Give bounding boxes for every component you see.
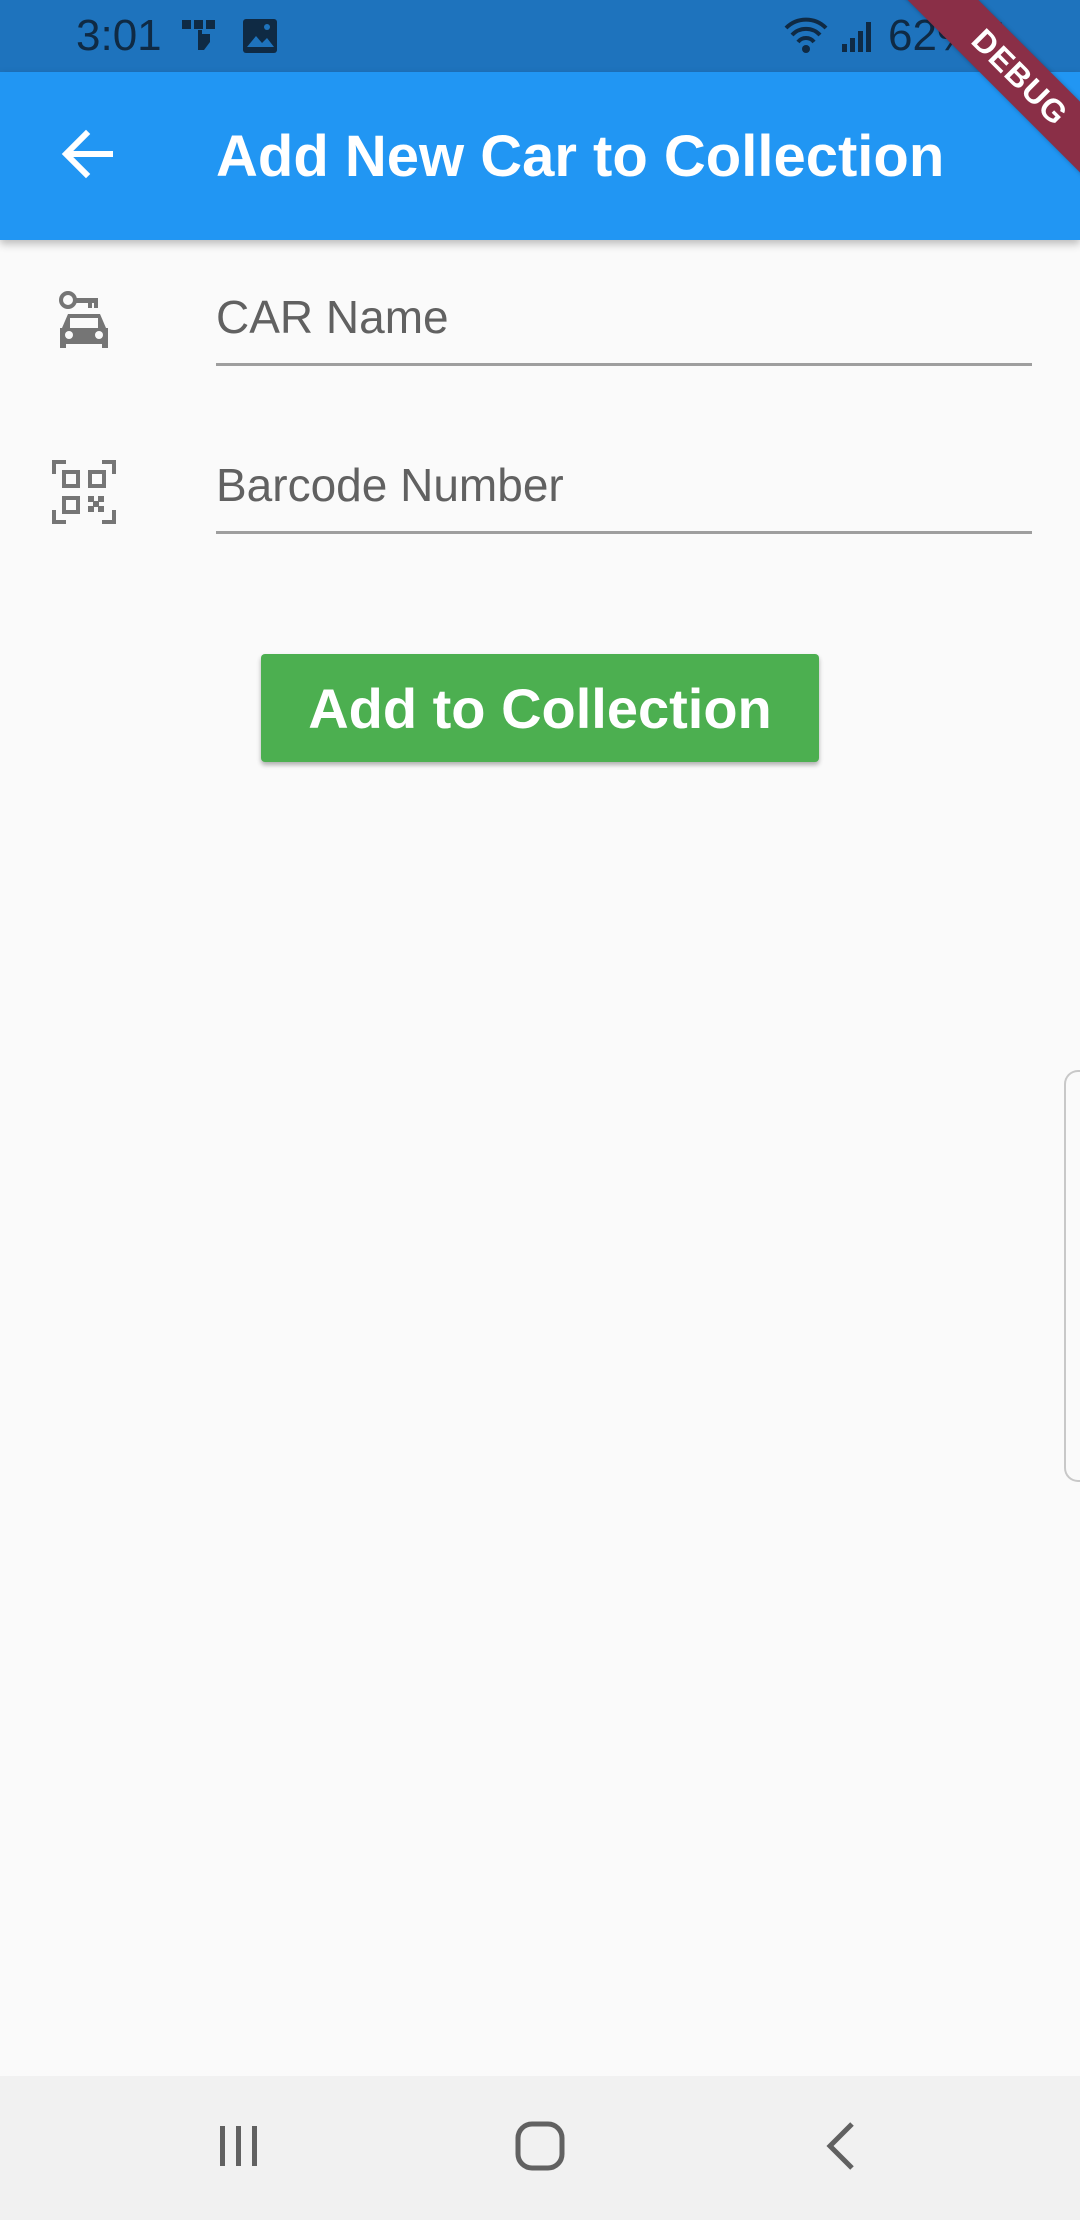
page-title: Add New Car to Collection [216, 124, 945, 189]
wifi-icon [782, 16, 830, 56]
barcode-input[interactable] [216, 438, 1032, 534]
nav-back-button[interactable] [794, 2100, 890, 2196]
touch-icon [180, 16, 220, 56]
arrow-back-icon [60, 126, 116, 187]
screen: 3:01 62% Add New Car to Collection DEBUG… [0, 0, 1080, 2220]
signal-icon [838, 16, 878, 56]
app-bar: Add New Car to Collection [0, 72, 1080, 240]
car-name-input[interactable] [216, 270, 1032, 366]
car-key-icon [52, 290, 116, 354]
add-to-collection-button[interactable]: Add to Collection [261, 654, 819, 762]
recent-apps-icon [208, 2116, 268, 2181]
back-button[interactable] [44, 112, 132, 200]
qr-code-icon [52, 460, 116, 524]
home-icon [510, 2116, 570, 2181]
barcode-row [0, 438, 1080, 598]
car-name-row [0, 270, 1080, 430]
edge-panel-handle[interactable] [1064, 1070, 1080, 1482]
image-icon [240, 16, 280, 56]
recent-apps-button[interactable] [190, 2100, 286, 2196]
home-button[interactable] [492, 2100, 588, 2196]
status-time: 3:01 [76, 11, 162, 60]
back-icon [812, 2116, 872, 2181]
nav-bar [0, 2076, 1080, 2220]
